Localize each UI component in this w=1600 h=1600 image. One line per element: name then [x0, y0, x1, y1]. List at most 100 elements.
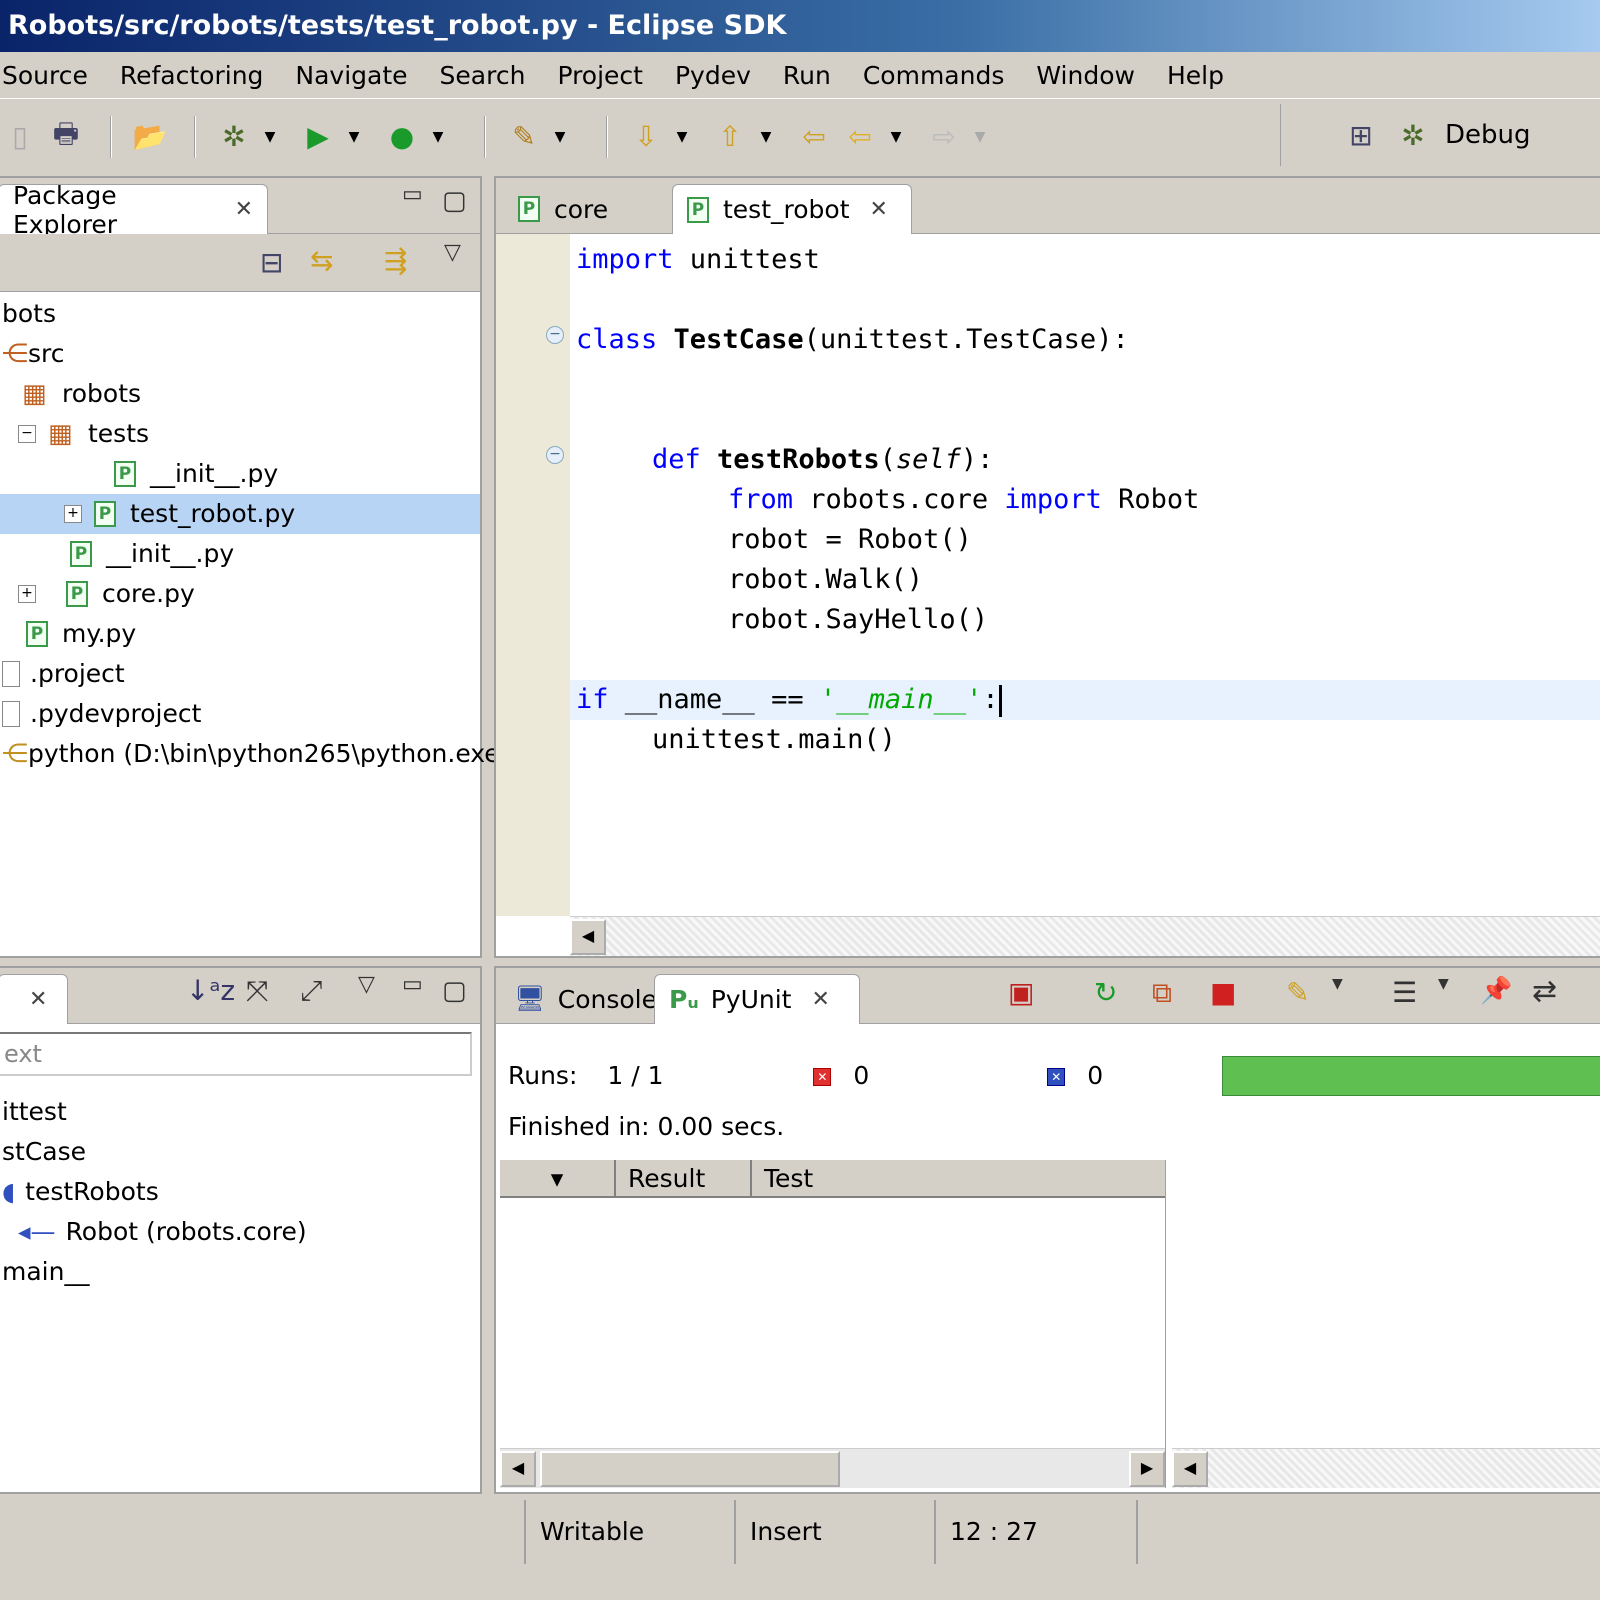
- close-icon[interactable]: ✕: [235, 197, 253, 222]
- layout-dropdown-icon[interactable]: ▼: [1438, 976, 1449, 992]
- code-area[interactable]: import unittest class TestCase(unittest.…: [570, 234, 1600, 916]
- menu-navigate[interactable]: Navigate: [293, 61, 409, 90]
- outline-item[interactable]: ◂— Robot (robots.core): [18, 1212, 307, 1252]
- close-icon[interactable]: ✕: [29, 987, 47, 1012]
- menu-pydev[interactable]: Pydev: [673, 61, 753, 90]
- back-dropdown-icon[interactable]: ▼: [886, 117, 906, 157]
- back-icon[interactable]: ⇦: [840, 117, 880, 157]
- outline-item[interactable]: ◖ testRobots: [2, 1172, 159, 1212]
- close-icon[interactable]: ✕: [870, 197, 888, 222]
- prev-annotation-icon[interactable]: ⇧: [710, 117, 750, 157]
- debug-dropdown-icon[interactable]: ▼: [260, 117, 280, 157]
- collapse-all-icon[interactable]: ⊟: [260, 246, 283, 279]
- menu-commands[interactable]: Commands: [861, 61, 1007, 90]
- tree-item[interactable]: ⋲ src: [2, 334, 65, 374]
- outline-item[interactable]: main__: [2, 1252, 89, 1292]
- maximize-icon[interactable]: ▢: [442, 976, 467, 1006]
- sort-icon[interactable]: ↓ᵃz: [186, 974, 235, 1007]
- scroll-left-icon[interactable]: ◀: [570, 919, 606, 955]
- link-editor-icon[interactable]: ⇆: [310, 244, 333, 277]
- pen-icon[interactable]: ✎: [504, 117, 544, 157]
- fold-icon[interactable]: −: [546, 446, 564, 464]
- outline-filter-input[interactable]: ext: [0, 1032, 472, 1076]
- tab-pyunit[interactable]: Pᵤ PyUnit ✕: [654, 974, 860, 1024]
- minimize-icon[interactable]: ▭: [402, 972, 423, 997]
- forward-icon[interactable]: ⇨: [924, 117, 964, 157]
- stop-icon[interactable]: ■: [1210, 976, 1236, 1009]
- expand-all-icon[interactable]: ⤢: [300, 974, 322, 1008]
- menu-window[interactable]: Window: [1034, 61, 1137, 90]
- tree-item[interactable]: Pmy.py: [26, 614, 136, 654]
- open-type-icon[interactable]: 📂: [130, 117, 170, 157]
- scroll-right-icon[interactable]: ▶: [1129, 1451, 1165, 1487]
- outline-item[interactable]: ittest: [2, 1092, 67, 1132]
- external-tools-dropdown-icon[interactable]: ▼: [428, 117, 448, 157]
- refresh-icon[interactable]: ⇄: [1532, 974, 1557, 1009]
- rerun-failed-icon[interactable]: ⧉: [1152, 976, 1172, 1010]
- show-failures-only-icon[interactable]: ▣: [1008, 976, 1034, 1009]
- scroll-thumb[interactable]: [540, 1451, 840, 1487]
- save-all-icon[interactable]: ▯: [0, 117, 40, 157]
- tree-item[interactable]: .pydevproject: [2, 694, 201, 734]
- history-dropdown-icon[interactable]: ▼: [1332, 976, 1343, 992]
- prev-annotation-dropdown-icon[interactable]: ▼: [756, 117, 776, 157]
- tab-package-explorer[interactable]: Package Explorer ✕: [0, 181, 268, 239]
- menu-search[interactable]: Search: [438, 61, 528, 90]
- close-icon[interactable]: ✕: [811, 987, 829, 1012]
- tree-item[interactable]: P __init__.py: [114, 454, 278, 494]
- print-icon[interactable]: 🖶: [46, 117, 86, 157]
- debug-perspective-icon[interactable]: ✲: [1393, 115, 1433, 155]
- debug-perspective-button[interactable]: Debug: [1445, 120, 1531, 150]
- tab-console[interactable]: 🖥 Console: [500, 974, 657, 1024]
- view-menu-icon[interactable]: ▽: [358, 972, 375, 997]
- debug-icon[interactable]: ✲: [214, 117, 254, 157]
- tree-item[interactable]: ⋲ python (D:\bin\python265\python.exe): [2, 734, 509, 774]
- editor-horizontal-scrollbar[interactable]: ◀: [570, 916, 1600, 956]
- pin-icon[interactable]: 📌: [1480, 976, 1512, 1006]
- trace-horizontal-scrollbar[interactable]: ◀: [1172, 1448, 1600, 1488]
- rerun-icon[interactable]: ↻: [1094, 976, 1117, 1009]
- next-annotation-dropdown-icon[interactable]: ▼: [672, 117, 692, 157]
- tree-item[interactable]: P __init__.py: [70, 534, 234, 574]
- next-annotation-icon[interactable]: ⇩: [626, 117, 666, 157]
- tree-item[interactable]: ▦ robots: [22, 374, 141, 414]
- menu-run[interactable]: Run: [781, 61, 833, 90]
- tree-item[interactable]: bots: [2, 294, 56, 334]
- tab-test-robot[interactable]: P test_robot ✕: [672, 184, 912, 234]
- history-icon[interactable]: ✎: [1286, 976, 1309, 1009]
- collapse-all-icon[interactable]: ⤧: [246, 974, 268, 1008]
- view-menu-icon[interactable]: ▽: [444, 240, 461, 265]
- layout-icon[interactable]: ☰: [1392, 976, 1417, 1009]
- menu-refactoring[interactable]: Refactoring: [118, 61, 266, 90]
- tree-item[interactable]: .project: [2, 654, 125, 694]
- open-perspective-icon[interactable]: ⊞: [1341, 115, 1381, 155]
- minimize-icon[interactable]: ▭: [402, 182, 423, 207]
- results-horizontal-scrollbar[interactable]: ◀ ▶: [500, 1448, 1165, 1488]
- run-dropdown-icon[interactable]: ▼: [344, 117, 364, 157]
- outline-item[interactable]: stCase: [2, 1132, 86, 1172]
- run-icon[interactable]: ▶: [298, 117, 338, 157]
- column-header-test[interactable]: Test: [752, 1160, 1164, 1198]
- tree-item-selected[interactable]: + Ptest_robot.py: [0, 494, 480, 534]
- expand-icon[interactable]: +: [64, 505, 82, 523]
- filter-icon[interactable]: ⇶: [384, 244, 407, 277]
- tab-core[interactable]: P core: [504, 184, 664, 234]
- forward-dropdown-icon[interactable]: ▼: [970, 117, 990, 157]
- external-tools-icon[interactable]: ●: [382, 117, 422, 157]
- pen-dropdown-icon[interactable]: ▼: [550, 117, 570, 157]
- tree-item[interactable]: − ▦ tests: [18, 414, 149, 454]
- maximize-icon[interactable]: ▢: [442, 186, 467, 216]
- collapse-icon[interactable]: −: [18, 425, 36, 443]
- tab-outline[interactable]: ✕: [0, 974, 68, 1024]
- scroll-left-icon[interactable]: ◀: [500, 1451, 536, 1487]
- expand-icon[interactable]: +: [18, 585, 36, 603]
- menu-project[interactable]: Project: [555, 61, 645, 90]
- fold-icon[interactable]: −: [546, 326, 564, 344]
- column-header-result[interactable]: Result: [616, 1160, 752, 1198]
- scroll-left-icon[interactable]: ◀: [1172, 1451, 1208, 1487]
- status-filter-dropdown[interactable]: ▾: [500, 1160, 616, 1198]
- menu-source[interactable]: Source: [0, 61, 90, 90]
- tree-item[interactable]: + Pcore.py: [18, 574, 195, 614]
- last-edit-icon[interactable]: ⇦: [794, 117, 834, 157]
- menu-help[interactable]: Help: [1165, 61, 1226, 90]
